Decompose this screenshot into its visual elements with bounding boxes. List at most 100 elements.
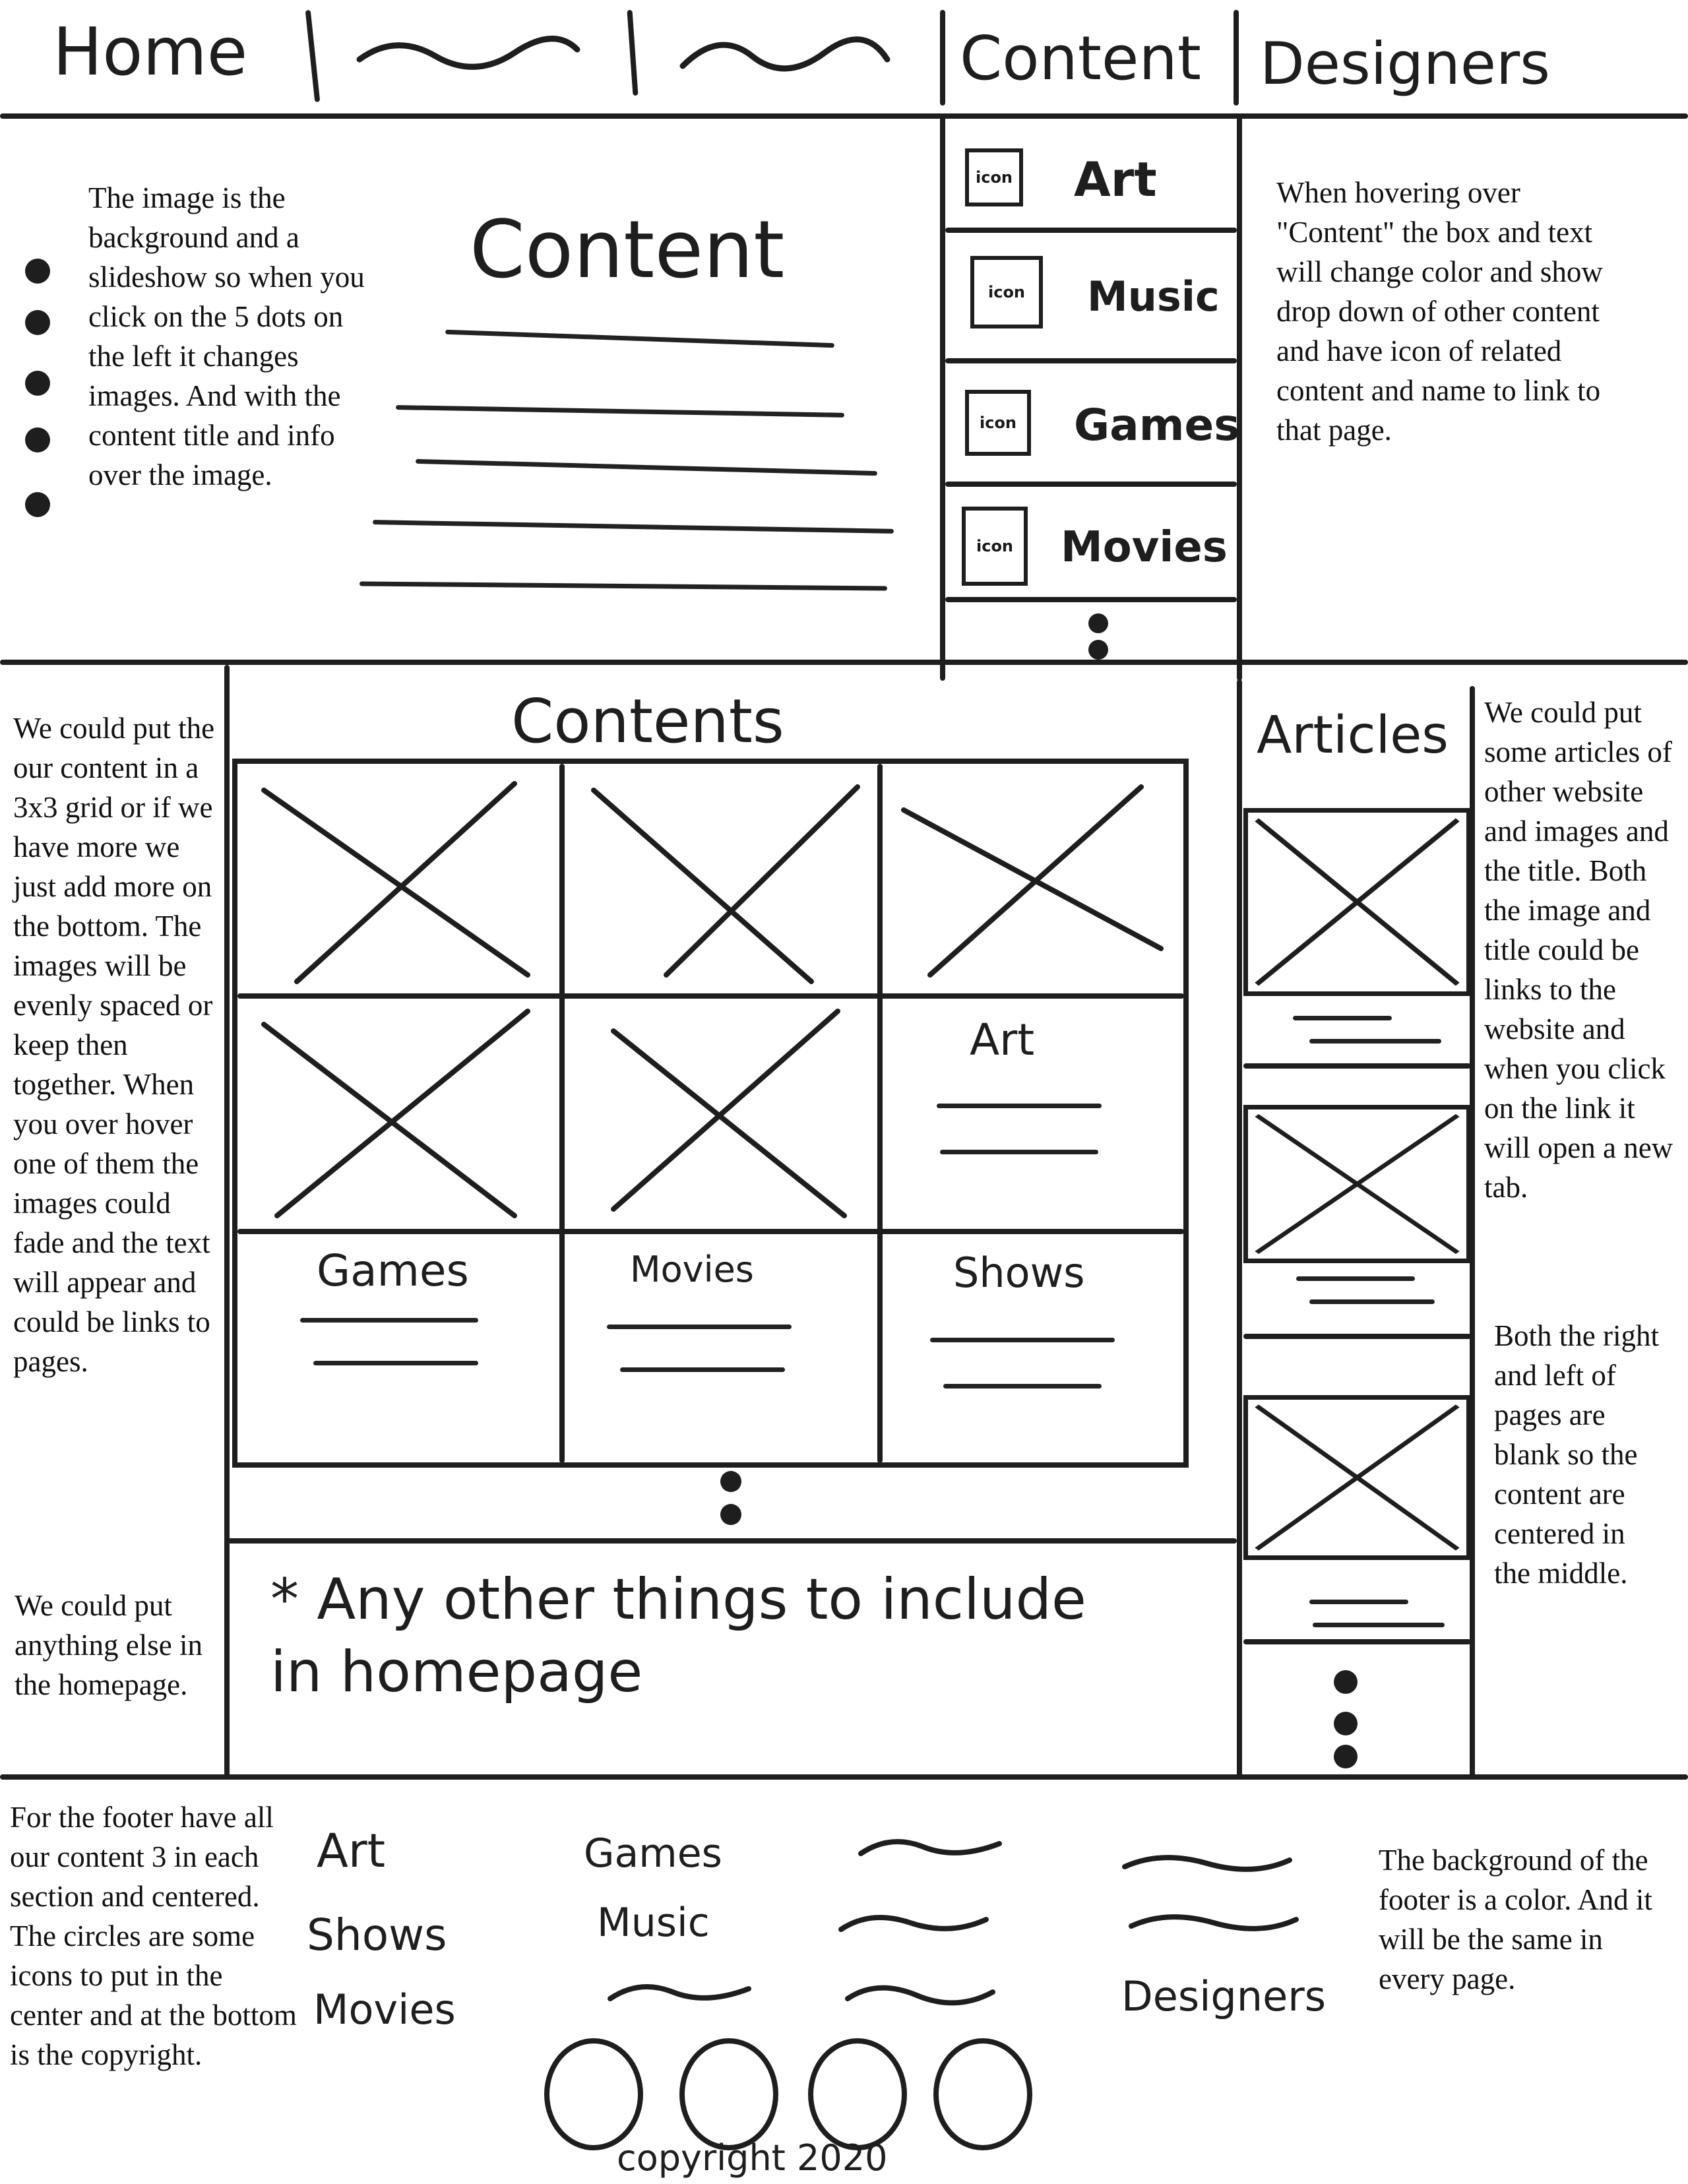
social-icon[interactable] <box>933 2038 1032 2150</box>
other-text: * Any other things to include in homepag… <box>270 1567 1086 1705</box>
tile-text-line <box>313 1361 478 1365</box>
social-icon[interactable] <box>544 2038 643 2150</box>
hero-info-line <box>359 581 888 591</box>
slide-dot-1[interactable] <box>25 259 50 284</box>
other-note: We could put anything else in the homepa… <box>15 1589 203 1701</box>
dropdown-border-right <box>1237 113 1242 681</box>
articles-more-dot[interactable] <box>1334 1670 1358 1694</box>
article-title-line[interactable] <box>1296 1276 1415 1281</box>
music-icon: icon <box>970 256 1043 328</box>
articles-note: We could put some articles of other webs… <box>1484 696 1673 1204</box>
image-placeholder[interactable] <box>891 777 1174 988</box>
footer-placeholder-squiggle[interactable] <box>844 1976 996 2012</box>
nav-placeholder-squiggle[interactable] <box>356 33 580 73</box>
article-divider <box>1243 1063 1471 1069</box>
tile-title-movies[interactable]: Movies <box>630 1249 754 1290</box>
article-title-line[interactable] <box>1309 1299 1435 1304</box>
slide-dot-2[interactable] <box>25 310 50 335</box>
footer-link-shows[interactable]: Shows <box>307 1910 447 1960</box>
tile-title-art[interactable]: Art <box>970 1014 1034 1065</box>
dropdown-label: Music <box>1087 272 1220 321</box>
contents-title: Contents <box>511 686 784 757</box>
hero-info-line <box>395 405 845 418</box>
article-image[interactable] <box>1243 1105 1471 1263</box>
main-border-right <box>1237 679 1242 1780</box>
dropdown-divider <box>945 482 1237 487</box>
article-divider <box>1243 1334 1471 1339</box>
social-icon[interactable] <box>679 2038 778 2150</box>
articles-more-dot[interactable] <box>1334 1712 1358 1735</box>
dropdown-divider <box>945 228 1237 233</box>
footer-placeholder-squiggle[interactable] <box>1128 1906 1299 1939</box>
footer-note-left: For the footer have all our content 3 in… <box>10 1801 297 2071</box>
hero-info-line <box>445 329 834 348</box>
social-icon[interactable] <box>808 2038 907 2150</box>
image-placeholder[interactable] <box>574 777 871 988</box>
article-divider <box>1243 1639 1471 1644</box>
articles-title: Articles <box>1257 706 1449 765</box>
footer-link-movies[interactable]: Movies <box>313 1985 456 2034</box>
hero-bottom-border <box>0 660 1688 665</box>
dropdown-item-music[interactable]: icon Music <box>945 233 1237 358</box>
article-title-line[interactable] <box>1309 1039 1441 1044</box>
nav-designers[interactable]: Designers <box>1260 30 1550 98</box>
tile-title-shows[interactable]: Shows <box>953 1249 1085 1297</box>
layout-note: Both the right and left of pages are bla… <box>1494 1319 1659 1590</box>
article-image[interactable] <box>1243 808 1471 996</box>
slide-dot-3[interactable] <box>25 371 50 396</box>
article-title-line[interactable] <box>1313 1623 1445 1627</box>
contents-note: We could put the our content in a 3x3 gr… <box>13 712 215 1378</box>
dropdown-more-dot[interactable] <box>1088 613 1108 633</box>
nav-home[interactable]: Home <box>53 13 247 90</box>
dropdown-label: Games <box>1074 400 1240 451</box>
dropdown-label: Movies <box>1061 523 1228 572</box>
footer-link-games[interactable]: Games <box>584 1830 722 1877</box>
grid-more-dot[interactable] <box>720 1504 741 1525</box>
footer-placeholder-squiggle[interactable] <box>858 1830 1003 1863</box>
dropdown-item-art[interactable]: icon Art <box>945 119 1237 231</box>
articles-more-dot[interactable] <box>1334 1745 1358 1768</box>
movies-icon: icon <box>962 507 1028 586</box>
article-title-line[interactable] <box>1293 1016 1392 1020</box>
nav-divider <box>1234 10 1239 106</box>
dropdown-more-dot[interactable] <box>1088 640 1108 660</box>
games-icon: icon <box>965 390 1031 456</box>
footer-link-music[interactable]: Music <box>597 1900 710 1946</box>
image-placeholder[interactable] <box>251 777 547 988</box>
image-placeholder[interactable] <box>251 1005 547 1222</box>
footer-placeholder-squiggle[interactable] <box>607 1976 752 2009</box>
slide-dot-4[interactable] <box>25 427 50 452</box>
tile-title-games[interactable]: Games <box>317 1245 469 1296</box>
grid-more-dot[interactable] <box>720 1471 741 1492</box>
tile-text-line <box>940 1150 1098 1154</box>
grid-row-divider <box>237 993 1184 999</box>
nav-divider <box>627 9 639 96</box>
footer-placeholder-squiggle[interactable] <box>838 1906 989 1939</box>
tile-text-line <box>937 1104 1102 1108</box>
footer-link-art[interactable]: Art <box>317 1824 385 1878</box>
image-placeholder[interactable] <box>574 1005 871 1222</box>
main-bottom-border <box>0 1774 1688 1780</box>
contents-grid: Art Games Movies Shows <box>232 759 1189 1468</box>
dropdown-divider <box>945 358 1237 363</box>
tile-text-line <box>300 1318 478 1323</box>
dropdown-divider <box>945 597 1237 602</box>
nav-content[interactable]: Content <box>960 23 1201 94</box>
nav-bottom-border <box>0 113 1688 119</box>
dropdown-label: Art <box>1074 152 1157 207</box>
slide-dot-5[interactable] <box>25 492 50 517</box>
dropdown-item-games[interactable]: icon Games <box>945 363 1240 482</box>
dropdown-note: When hovering over "Content" the box and… <box>1276 176 1603 447</box>
article-title-line[interactable] <box>1309 1600 1408 1604</box>
nav-divider <box>305 9 321 103</box>
grid-row-divider <box>237 1229 1184 1234</box>
nav-placeholder-squiggle[interactable] <box>679 30 891 76</box>
art-icon: icon <box>965 148 1023 206</box>
footer-note-right: The background of the footer is a color.… <box>1379 1844 1652 1995</box>
footer-link-designers[interactable]: Designers <box>1121 1972 1326 2020</box>
tile-text-line <box>943 1384 1102 1388</box>
dropdown-item-movies[interactable]: icon Movies <box>945 487 1237 599</box>
article-image[interactable] <box>1243 1395 1471 1560</box>
nav-divider <box>940 10 945 106</box>
footer-placeholder-squiggle[interactable] <box>1121 1847 1293 1880</box>
